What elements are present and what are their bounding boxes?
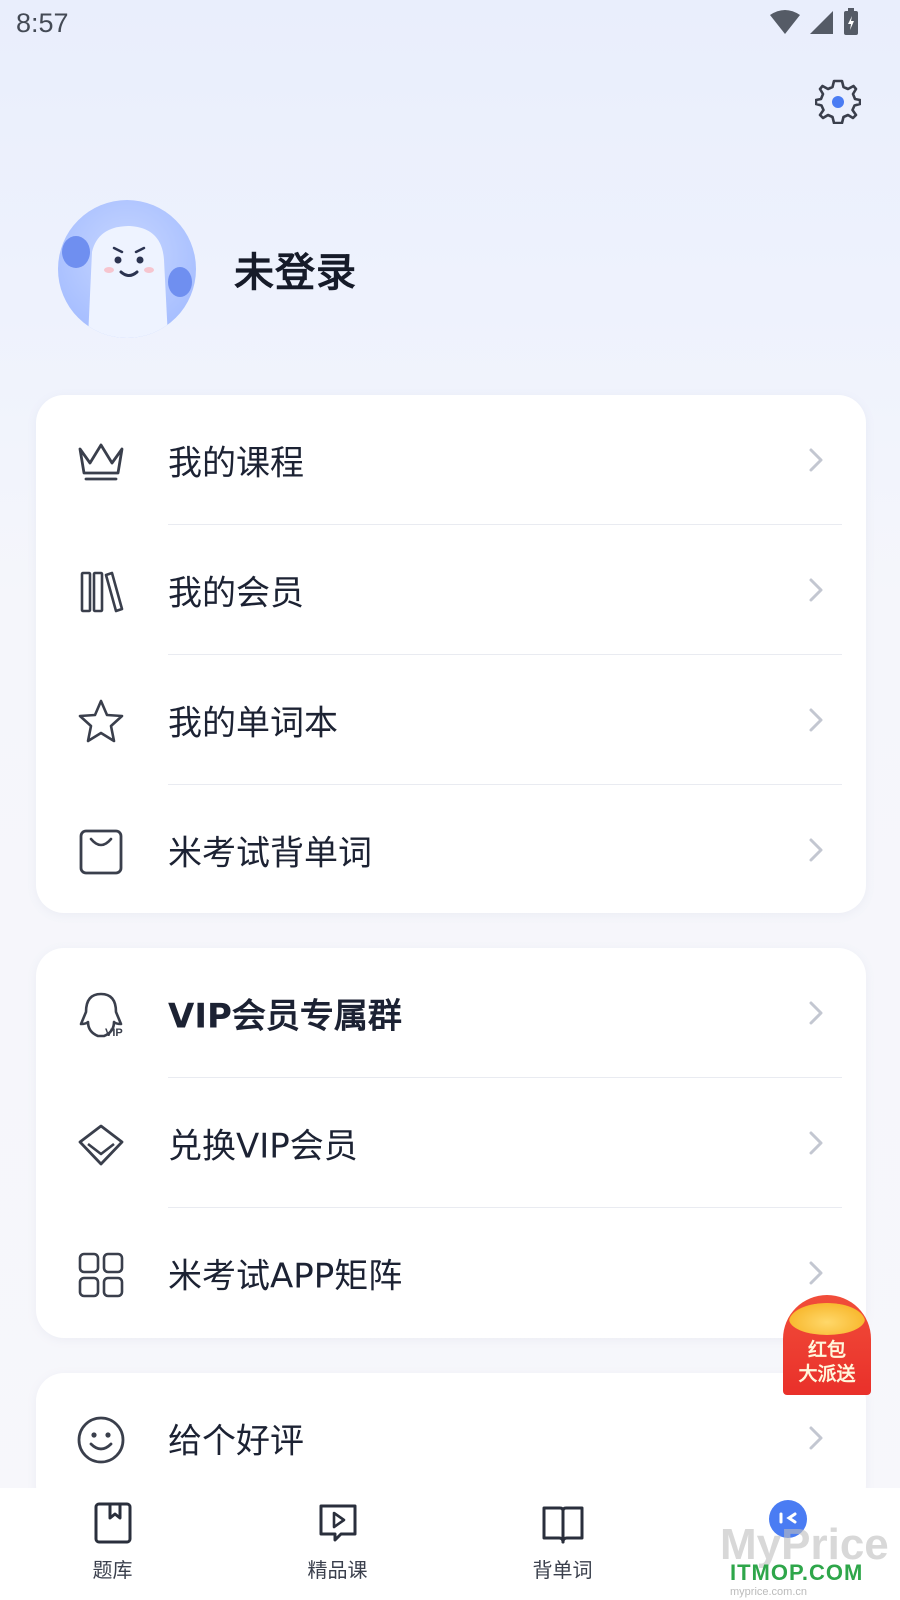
red-packet-line1: 红包 <box>807 1339 846 1361</box>
tab-label: 精品课 <box>307 1558 368 1582</box>
chevron-right-icon <box>809 1426 823 1450</box>
chevron-right-icon <box>809 708 823 732</box>
menu-card-1: 我的课程 我的会员 我的单词本 米考试背单词 <box>36 395 866 913</box>
menu-item-vip-group[interactable]: VIP VIP会员专属群 <box>36 948 866 1078</box>
watermark: MyPrice ITMOP.COM myprice.com.cn <box>720 1520 895 1600</box>
mascot-icon <box>62 226 192 338</box>
watermark-small: ITMOP.COM <box>730 1560 864 1585</box>
menu-item-my-membership[interactable]: 我的会员 <box>36 525 866 655</box>
tab-premium-courses[interactable]: 精品课 <box>225 1488 450 1600</box>
gear-icon <box>814 79 862 125</box>
signal-icon <box>810 11 833 34</box>
books-icon <box>80 571 124 613</box>
chevron-right-icon <box>809 448 823 472</box>
tab-question-bank[interactable]: 题库 <box>0 1488 225 1600</box>
chevron-right-icon <box>809 838 823 862</box>
menu-item-my-wordbook[interactable]: 我的单词本 <box>36 655 866 785</box>
menu-item-vocab-app[interactable]: 米考试背单词 <box>36 785 866 915</box>
qq-vip-icon: VIP <box>79 992 123 1039</box>
wifi-icon <box>770 10 800 34</box>
menu-item-rate-us[interactable]: 给个好评 <box>36 1373 866 1503</box>
menu-item-label: 米考试背单词 <box>168 833 372 874</box>
smile-icon <box>77 1416 125 1464</box>
chevron-right-icon <box>809 1131 823 1155</box>
profile-header[interactable]: 未登录 <box>58 200 357 338</box>
avatar[interactable] <box>58 200 196 338</box>
menu-item-label: 兑换VIP会员 <box>168 1126 358 1167</box>
tab-label: 题库 <box>92 1558 133 1582</box>
tab-vocabulary[interactable]: 背单词 <box>450 1488 675 1600</box>
menu-item-label: 给个好评 <box>168 1421 304 1462</box>
menu-item-redeem-vip[interactable]: 兑换VIP会员 <box>36 1078 866 1208</box>
menu-item-label: VIP会员专属群 <box>168 996 402 1037</box>
play-icon <box>319 1504 356 1542</box>
crown-icon <box>78 443 124 481</box>
red-packet-button[interactable]: 红包 大派送 <box>783 1295 871 1395</box>
chevron-right-icon <box>809 1261 823 1285</box>
grid-apps-icon <box>78 1252 124 1298</box>
coins-icon <box>789 1303 865 1335</box>
menu-item-my-courses[interactable]: 我的课程 <box>36 395 866 525</box>
status-time: 8:57 <box>16 8 69 38</box>
menu-item-label: 我的课程 <box>168 443 304 484</box>
menu-item-label: 我的会员 <box>168 573 304 614</box>
chevron-right-icon <box>809 1001 823 1025</box>
status-icons <box>770 8 860 36</box>
star-icon <box>78 699 124 743</box>
username: 未登录 <box>234 250 357 296</box>
diamond-icon <box>78 1124 124 1166</box>
settings-button[interactable] <box>814 78 862 125</box>
menu-item-label: 米考试APP矩阵 <box>168 1256 403 1297</box>
watermark-tiny: myprice.com.cn <box>730 1586 808 1598</box>
battery-icon <box>844 8 858 35</box>
chevron-right-icon <box>809 578 823 602</box>
menu-card-2: VIP VIP会员专属群 兑换VIP会员 米考试APP矩阵 <box>36 948 866 1338</box>
status-bar: 8:57 <box>0 0 900 50</box>
bag-icon <box>79 829 123 875</box>
svg-text:VIP: VIP <box>105 1027 123 1039</box>
menu-item-label: 我的单词本 <box>168 703 338 744</box>
menu-item-app-matrix[interactable]: 米考试APP矩阵 <box>36 1208 866 1338</box>
tab-label: 背单词 <box>532 1558 593 1582</box>
bookmark-book-icon <box>94 1502 131 1544</box>
red-packet-line2: 大派送 <box>798 1363 856 1385</box>
open-book-icon <box>542 1506 583 1544</box>
